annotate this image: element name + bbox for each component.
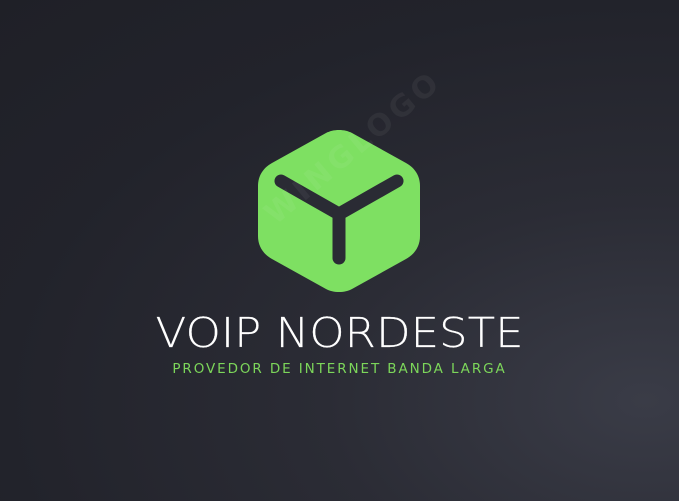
brand-tagline: PROVEDOR DE INTERNET BANDA LARGA	[172, 361, 507, 377]
brand-name: VOIP NORDESTE	[155, 308, 524, 357]
